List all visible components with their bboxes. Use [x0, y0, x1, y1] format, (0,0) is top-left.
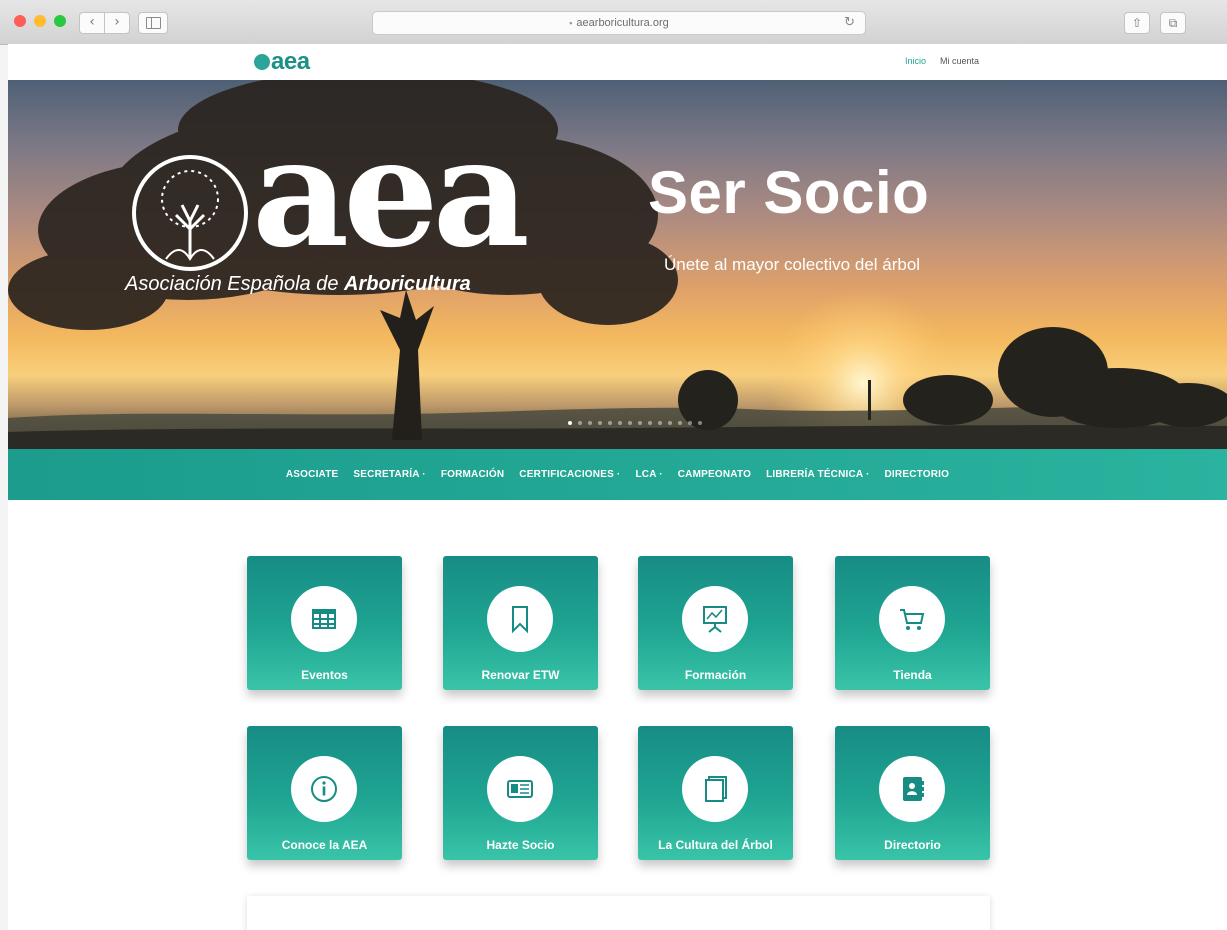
aea-tree-emblem-icon	[132, 155, 248, 271]
tile-hazte-socio[interactable]: Hazte Socio	[443, 726, 598, 860]
hero-banner: aea Asociación Española de Arboricultura…	[8, 80, 1227, 449]
carousel-dot[interactable]	[638, 421, 642, 425]
tile-icon-circle	[487, 586, 553, 652]
carousel-dot[interactable]	[628, 421, 632, 425]
tile-conoce-la-aea[interactable]: Conoce la AEA	[247, 726, 402, 860]
tile-eventos[interactable]: Eventos	[247, 556, 402, 690]
reload-button[interactable]: ↻	[844, 12, 855, 34]
carousel-dot[interactable]	[648, 421, 652, 425]
book-icon	[705, 776, 727, 802]
site-logo[interactable]: aea	[254, 48, 310, 76]
logo-tree-icon	[254, 54, 270, 70]
menu-item-asociate[interactable]: ASOCIATE	[286, 469, 339, 480]
main-menu: ASOCIATE SECRETARÍA · FORMACIÓN CERTIFIC…	[8, 449, 1227, 500]
tile-renovar-etw[interactable]: Renovar ETW	[443, 556, 598, 690]
carousel-dot[interactable]	[688, 421, 692, 425]
menu-item-formacion[interactable]: FORMACIÓN	[441, 469, 504, 480]
tile-label: Hazte Socio	[486, 838, 555, 852]
menu-item-certificaciones[interactable]: CERTIFICACIONES ·	[519, 469, 620, 480]
history-nav: ‹ ›	[79, 12, 130, 34]
carousel-dot[interactable]	[578, 421, 582, 425]
address-bar[interactable]: ▪ aearboricultura.org ↻	[372, 11, 866, 35]
hero-logo-word: aea	[252, 105, 530, 281]
top-link-mi-cuenta[interactable]: Mi cuenta	[940, 56, 979, 66]
carousel-dot[interactable]	[588, 421, 592, 425]
bookmark-icon	[512, 606, 528, 634]
tile-la-cultura-del-arbol[interactable]: La Cultura del Árbol	[638, 726, 793, 860]
presentation-board-icon	[703, 606, 727, 633]
menu-item-secretaria[interactable]: SECRETARÍA ·	[353, 469, 425, 480]
calendar-table-icon	[312, 609, 336, 629]
tile-label: Formación	[684, 668, 747, 682]
menu-item-libreria-tecnica[interactable]: LIBRERÍA TÉCNICA ·	[766, 469, 869, 480]
top-link-inicio[interactable]: Inicio	[905, 56, 926, 66]
address-bar-url: aearboricultura.org	[576, 17, 669, 29]
tile-formacion[interactable]: Formación	[638, 556, 793, 690]
tile-icon-circle	[682, 586, 748, 652]
site-logo-text: aea	[271, 48, 310, 75]
hero-logo-subtitle-part1: Asociación Española de	[125, 273, 339, 295]
tile-label: La Cultura del Árbol	[658, 838, 773, 852]
zoom-window-button[interactable]	[54, 15, 66, 27]
carousel-dot[interactable]	[618, 421, 622, 425]
tile-label: Eventos	[301, 668, 348, 682]
minimize-window-button[interactable]	[34, 15, 46, 27]
tile-icon-circle	[879, 586, 945, 652]
hero-title: Ser Socio	[648, 159, 930, 226]
tile-tienda[interactable]: Tienda	[835, 556, 990, 690]
menu-item-directorio[interactable]: DIRECTORIO	[885, 469, 950, 480]
tile-directorio[interactable]: Directorio	[835, 726, 990, 860]
menu-item-campeonato[interactable]: CAMPEONATO	[678, 469, 751, 480]
hero-subtitle: Únete al mayor colectivo del árbol	[664, 255, 921, 274]
close-window-button[interactable]	[14, 15, 26, 27]
carousel-dot[interactable]	[698, 421, 702, 425]
menu-item-lca[interactable]: LCA ·	[635, 469, 662, 480]
shopping-cart-icon	[900, 609, 925, 630]
tabs-overview-button[interactable]: ⧉	[1160, 12, 1186, 34]
carousel-dot[interactable]	[598, 421, 602, 425]
carousel-dot[interactable]	[568, 421, 572, 425]
browser-window: ‹ › ▪ aearboricultura.org ↻ ⇧ ⧉ aea Inici…	[0, 0, 1227, 930]
carousel-dot[interactable]	[658, 421, 662, 425]
carousel-dot[interactable]	[678, 421, 682, 425]
web-page: aea Inicio Mi cuenta aea Asociación Espa…	[8, 44, 1227, 930]
forward-button[interactable]: ›	[105, 12, 130, 34]
tile-label: Directorio	[884, 838, 941, 852]
carousel-dot[interactable]	[608, 421, 612, 425]
share-button[interactable]: ⇧	[1124, 12, 1150, 34]
tile-icon-circle	[879, 756, 945, 822]
window-controls	[14, 15, 66, 27]
tile-icon-circle	[487, 756, 553, 822]
content-panel	[247, 896, 990, 930]
tile-label: Renovar ETW	[481, 668, 560, 682]
info-icon	[311, 776, 337, 802]
id-card-icon	[507, 780, 533, 798]
tile-label: Tienda	[893, 668, 932, 682]
top-links: Inicio Mi cuenta	[905, 56, 979, 66]
site-header: aea Inicio Mi cuenta	[8, 44, 1227, 80]
back-button[interactable]: ‹	[79, 12, 105, 34]
carousel-indicators	[568, 421, 702, 425]
tile-icon-circle	[291, 586, 357, 652]
browser-toolbar: ‹ › ▪ aearboricultura.org ↻ ⇧ ⧉	[0, 0, 1227, 45]
carousel-dot[interactable]	[668, 421, 672, 425]
sidebar-toggle-button[interactable]	[138, 12, 168, 34]
hero-logo-subtitle: Asociación Española de Arboricultura	[125, 273, 471, 296]
tile-label: Conoce la AEA	[281, 838, 368, 852]
hero-logo-subtitle-part2: Arboricultura	[344, 273, 471, 295]
tile-icon-circle	[682, 756, 748, 822]
lock-icon: ▪	[569, 18, 573, 28]
tile-icon-circle	[291, 756, 357, 822]
address-book-icon	[903, 777, 924, 801]
